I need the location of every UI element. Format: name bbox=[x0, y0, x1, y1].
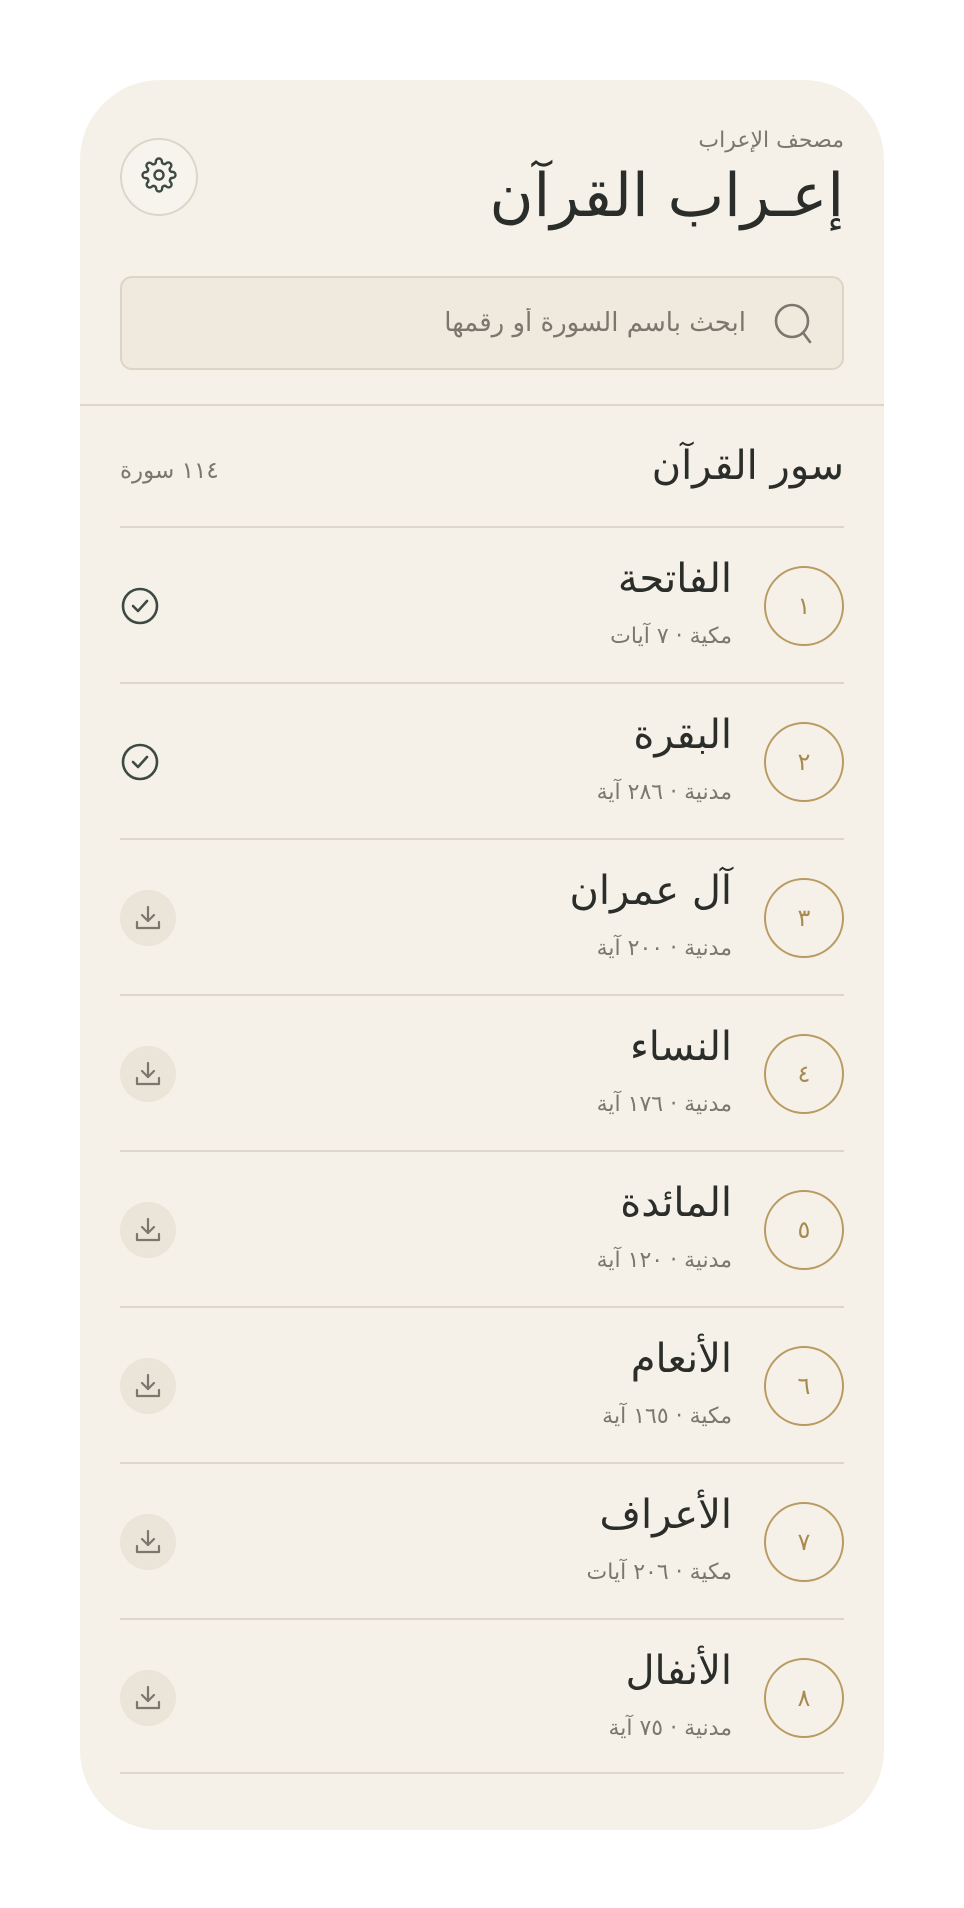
surah-number-badge: ٨ bbox=[764, 1658, 844, 1738]
download-button[interactable] bbox=[120, 1202, 176, 1258]
surah-row[interactable]: ٦ الأنعام مكية · ١٦٥ آية bbox=[120, 1306, 844, 1462]
surah-number-badge: ٢ bbox=[764, 722, 844, 802]
surah-meta: مدنية · ١٧٦ آية bbox=[596, 1092, 732, 1117]
surah-list: ١ الفاتحة مكية · ٧ آيات ٢ البقرة مدنية · ٢٨٦ … bbox=[120, 526, 844, 1774]
surah-row[interactable]: ٨ الأنفال مدنية · ٧٥ آية bbox=[120, 1618, 844, 1774]
search-box[interactable] bbox=[120, 276, 844, 370]
surah-name: الأنفال bbox=[625, 1648, 732, 1694]
surah-meta: مدنية · ١٢٠ آية bbox=[596, 1248, 732, 1273]
surah-number-badge: ٦ bbox=[764, 1346, 844, 1426]
header-divider bbox=[80, 404, 884, 406]
downloaded-check-icon bbox=[120, 742, 160, 782]
surah-meta: مدنية · ٢٠٠ آية bbox=[596, 936, 732, 961]
surah-name: الأعراف bbox=[599, 1492, 732, 1538]
surah-name: البقرة bbox=[633, 712, 732, 758]
surah-meta: مكية · ١٦٥ آية bbox=[602, 1404, 732, 1429]
surah-row[interactable]: ٧ الأعراف مكية · ٢٠٦ آيات bbox=[120, 1462, 844, 1618]
surah-number-badge: ٥ bbox=[764, 1190, 844, 1270]
surah-count: ١١٤ سورة bbox=[120, 458, 219, 484]
surah-name: المائدة bbox=[620, 1180, 732, 1226]
surah-meta: مدنية · ٧٥ آية bbox=[608, 1716, 732, 1741]
surah-meta: مدنية · ٢٨٦ آية bbox=[596, 780, 732, 805]
download-icon bbox=[133, 1683, 163, 1713]
surah-name: الأنعام bbox=[630, 1336, 732, 1382]
download-button[interactable] bbox=[120, 1514, 176, 1570]
download-button[interactable] bbox=[120, 1358, 176, 1414]
search-input[interactable] bbox=[186, 278, 746, 368]
page-title: إعـراب القرآن bbox=[489, 161, 844, 231]
surah-number-badge: ٧ bbox=[764, 1502, 844, 1582]
download-button[interactable] bbox=[120, 890, 176, 946]
downloaded-check-icon bbox=[120, 586, 160, 626]
surah-number-badge: ١ bbox=[764, 566, 844, 646]
header: مصحف الإعراب إعـراب القرآن bbox=[80, 80, 884, 406]
gear-icon bbox=[141, 157, 177, 197]
download-icon bbox=[133, 1527, 163, 1557]
surah-row[interactable]: ٥ المائدة مدنية · ١٢٠ آية bbox=[120, 1150, 844, 1306]
surah-name: الفاتحة bbox=[617, 556, 732, 602]
section-title: سور القرآن bbox=[651, 443, 844, 489]
surah-name: النساء bbox=[629, 1024, 732, 1070]
surah-number-badge: ٣ bbox=[764, 878, 844, 958]
surah-name: آل عمران bbox=[569, 868, 732, 914]
download-button[interactable] bbox=[120, 1046, 176, 1102]
list-fade bbox=[80, 1770, 884, 1830]
settings-button[interactable] bbox=[120, 138, 198, 216]
surah-row[interactable]: ٤ النساء مدنية · ١٧٦ آية bbox=[120, 994, 844, 1150]
app-screen: مصحف الإعراب إعـراب القرآن سور القرآن ١١… bbox=[80, 80, 884, 1830]
download-icon bbox=[133, 1371, 163, 1401]
surah-number-badge: ٤ bbox=[764, 1034, 844, 1114]
search-icon bbox=[774, 302, 814, 350]
surah-row[interactable]: ١ الفاتحة مكية · ٧ آيات bbox=[120, 526, 844, 682]
download-icon bbox=[133, 1215, 163, 1245]
surah-meta: مكية · ٢٠٦ آيات bbox=[586, 1560, 732, 1585]
surah-row[interactable]: ٣ آل عمران مدنية · ٢٠٠ آية bbox=[120, 838, 844, 994]
download-icon bbox=[133, 1059, 163, 1089]
download-icon bbox=[133, 903, 163, 933]
surah-row[interactable]: ٢ البقرة مدنية · ٢٨٦ آية bbox=[120, 682, 844, 838]
download-button[interactable] bbox=[120, 1670, 176, 1726]
surah-meta: مكية · ٧ آيات bbox=[610, 624, 732, 649]
app-subtitle: مصحف الإعراب bbox=[698, 128, 844, 153]
